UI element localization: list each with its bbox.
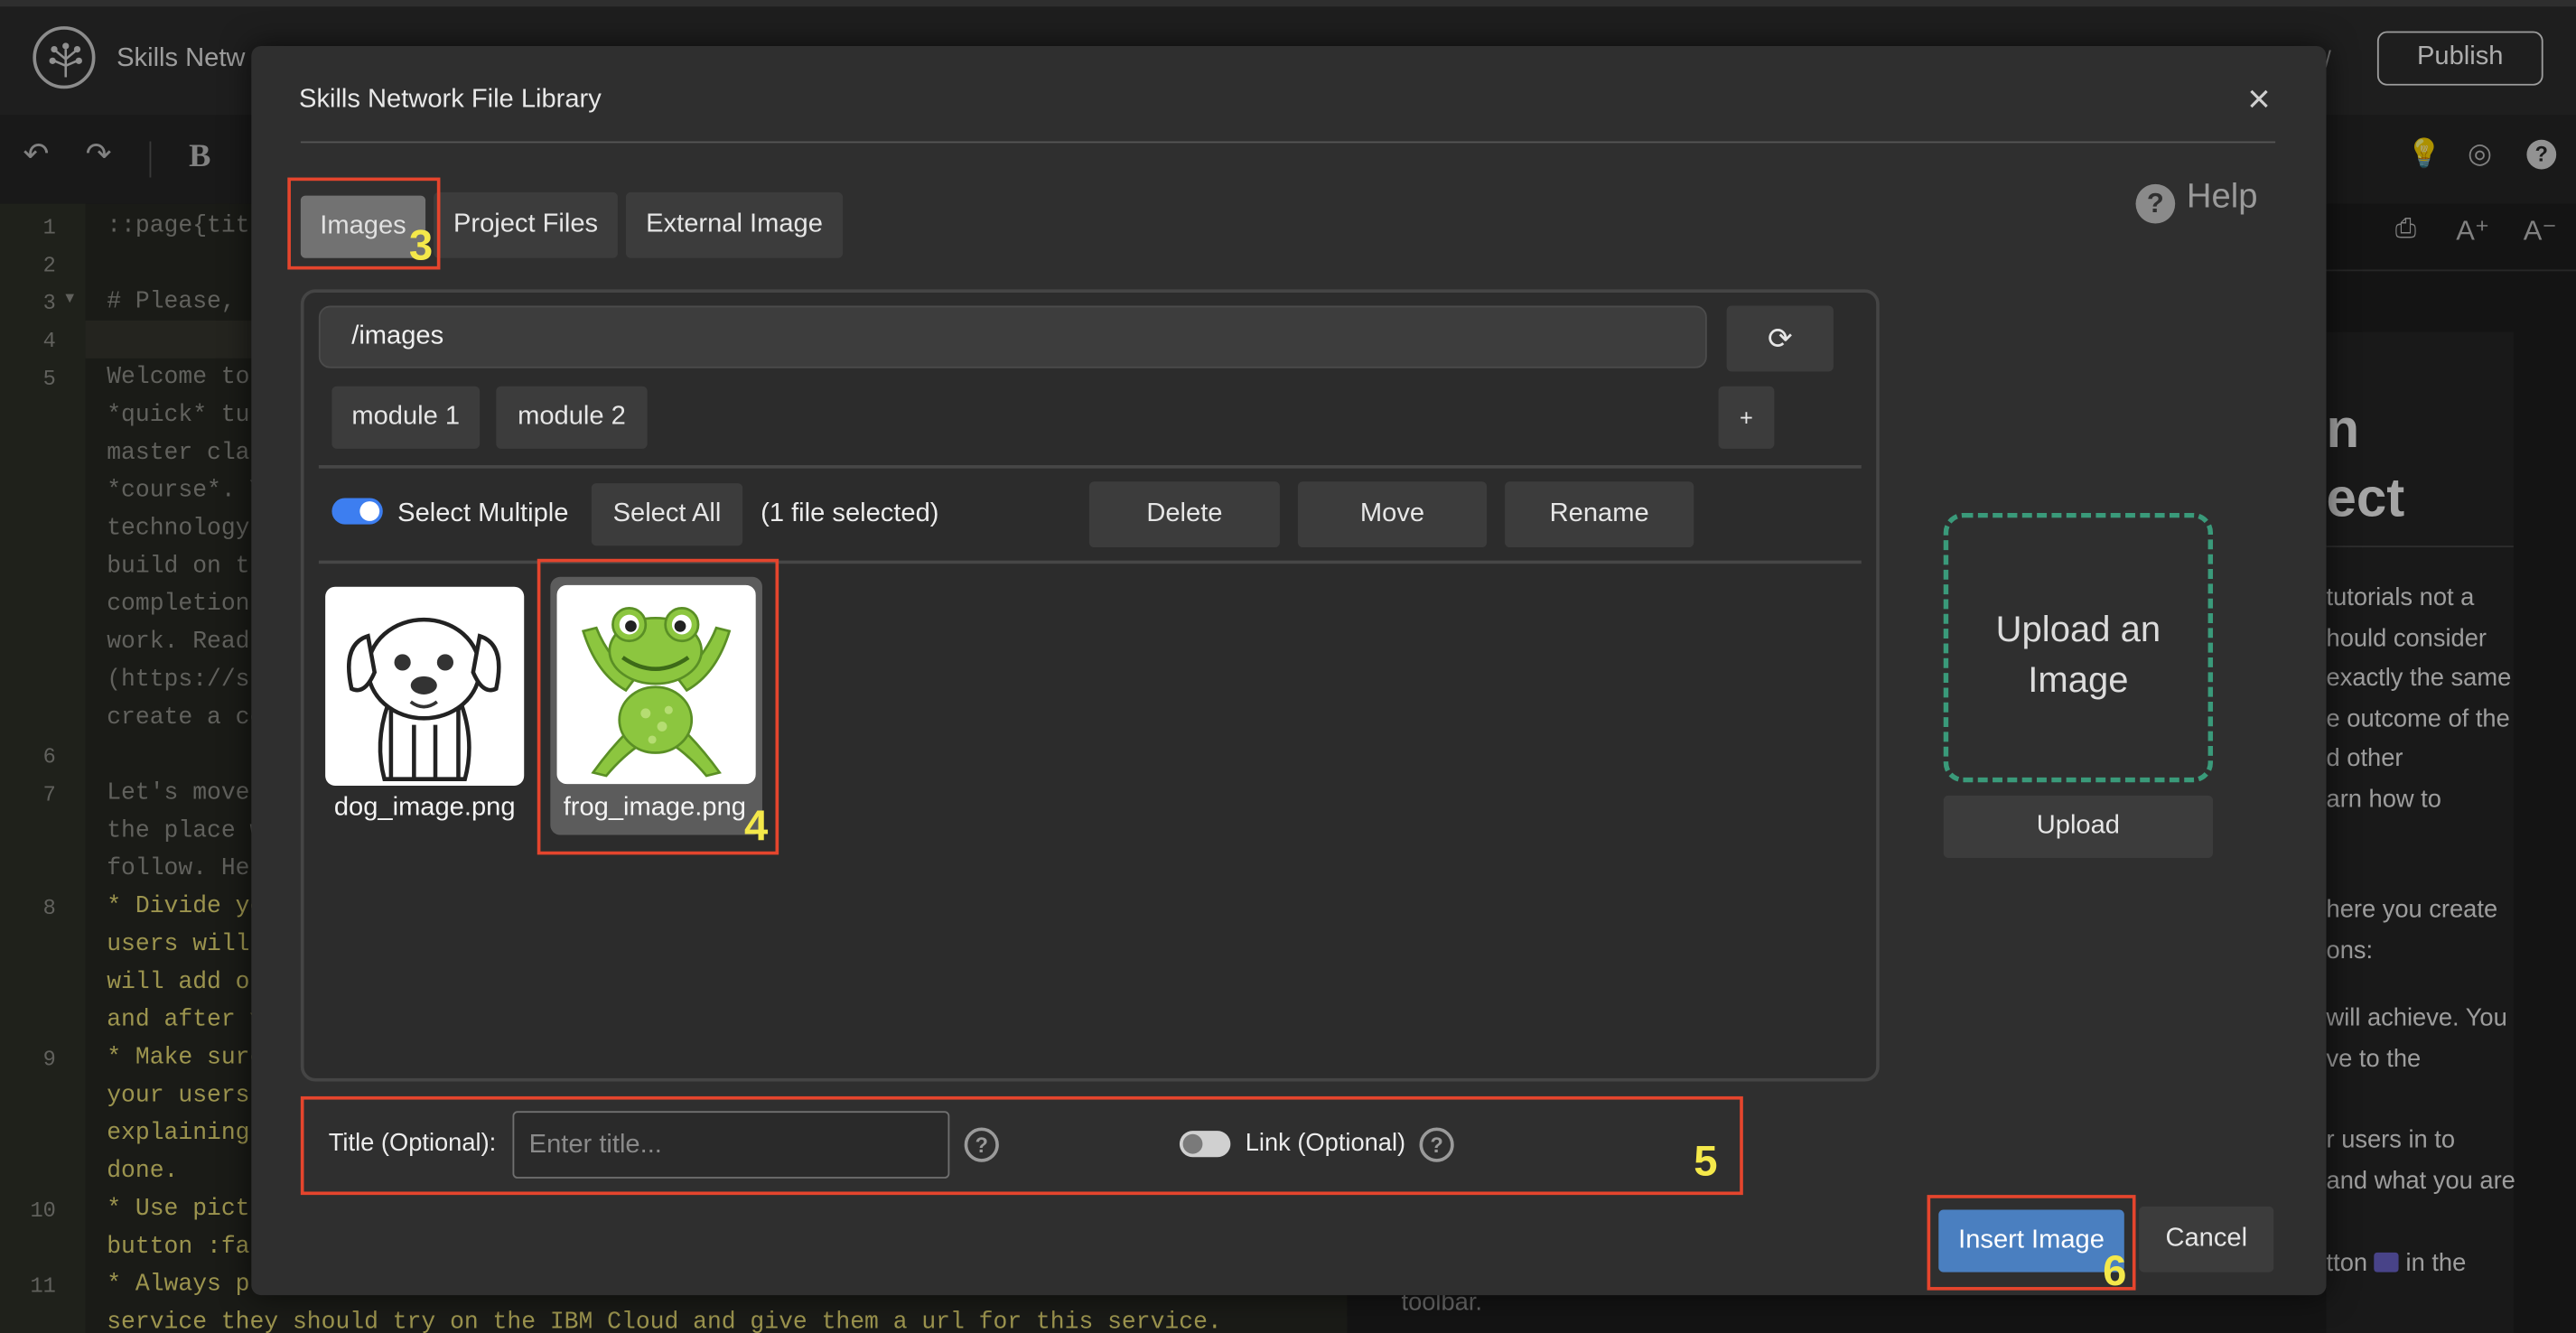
section-divider: [318, 560, 1862, 564]
tab-external-image[interactable]: External Image: [625, 191, 844, 258]
annotation-number: 6: [2103, 1245, 2127, 1296]
upload-button[interactable]: Upload: [1943, 795, 2214, 859]
help-link[interactable]: ? Help: [2135, 177, 2258, 224]
help-icon: ?: [2135, 183, 2176, 224]
tab-images[interactable]: Images: [300, 195, 426, 258]
help-label: Help: [2186, 177, 2258, 216]
refresh-icon: ⟳: [1768, 322, 1793, 356]
refresh-button[interactable]: ⟳: [1726, 305, 1834, 372]
link-toggle[interactable]: [1179, 1131, 1231, 1158]
section-divider: [318, 465, 1862, 469]
dog-thumbnail: [325, 586, 525, 786]
path-input[interactable]: /images: [318, 305, 1707, 368]
tab-project-files[interactable]: Project Files: [434, 191, 618, 258]
folder-module-1[interactable]: module 1: [331, 386, 481, 449]
annotation-number: 3: [408, 219, 434, 270]
title-label: Title (Optional):: [328, 1129, 497, 1158]
file-name: dog_image.png: [333, 794, 516, 822]
folder-module-2[interactable]: module 2: [496, 386, 648, 449]
upload-dropzone[interactable]: Upload an Image: [1943, 512, 2214, 783]
cancel-button[interactable]: Cancel: [2139, 1206, 2274, 1272]
link-help-icon[interactable]: ?: [1419, 1127, 1454, 1162]
title-divider: [300, 141, 2276, 144]
annotation-number: 5: [1694, 1135, 1718, 1186]
select-multiple-toggle[interactable]: [331, 498, 383, 525]
frog-thumbnail: [556, 584, 756, 785]
rename-button[interactable]: Rename: [1505, 481, 1694, 548]
title-help-icon[interactable]: ?: [964, 1127, 999, 1162]
insert-image-button[interactable]: Insert Image: [1938, 1209, 2124, 1272]
annotation-number: 4: [743, 800, 769, 850]
close-icon[interactable]: ×: [2247, 78, 2270, 124]
modal-title: Skills Network File Library: [299, 85, 602, 114]
selection-count: (1 file selected): [761, 499, 939, 528]
link-label: Link (Optional): [1245, 1129, 1406, 1158]
move-button[interactable]: Move: [1297, 481, 1488, 548]
select-all-button[interactable]: Select All: [591, 483, 743, 546]
title-input[interactable]: Enter title...: [512, 1111, 950, 1179]
delete-button[interactable]: Delete: [1088, 481, 1280, 548]
file-name: frog_image.png: [563, 794, 746, 822]
select-multiple-label: Select Multiple: [397, 499, 569, 528]
add-folder-button[interactable]: +: [1718, 386, 1775, 449]
